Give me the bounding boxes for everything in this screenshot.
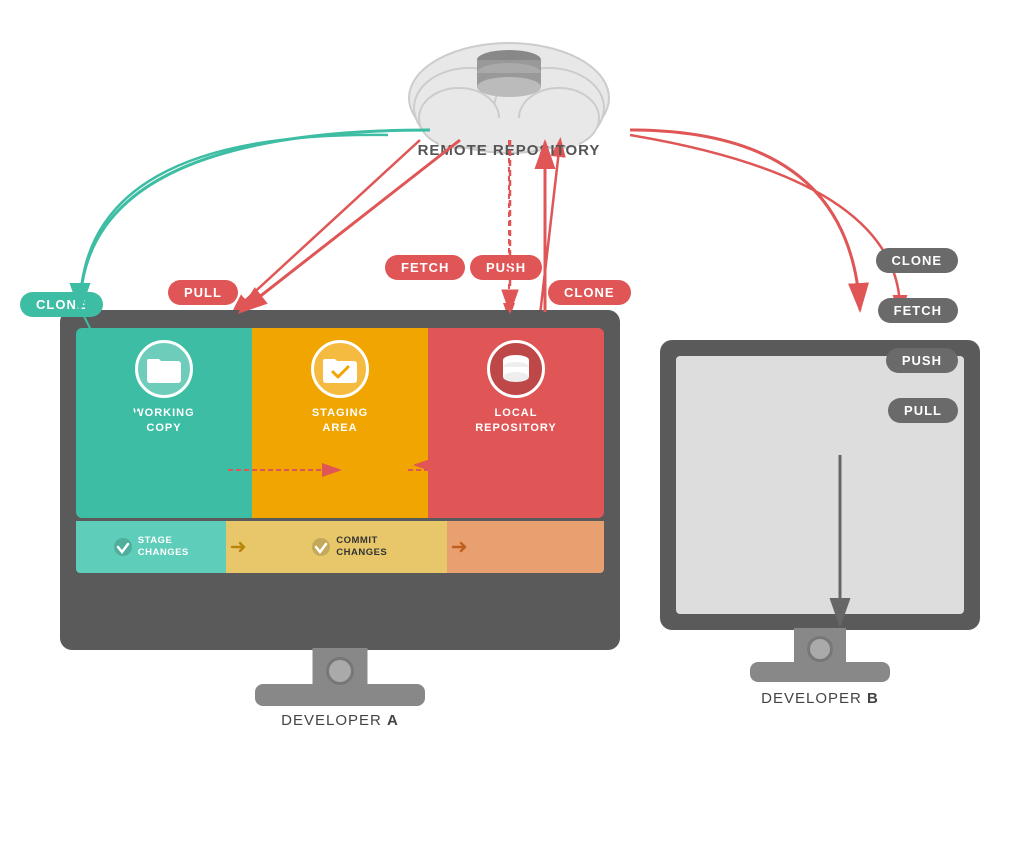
clone-b-badge: CLONE bbox=[876, 248, 959, 273]
monitor-button-b bbox=[807, 636, 833, 662]
local-repo-label: LOCALREPOSITORY bbox=[475, 406, 557, 437]
clone-badge-center: CLONE bbox=[548, 280, 631, 305]
commit-changes-action: COMMITCHANGES bbox=[252, 521, 447, 573]
action-separator bbox=[226, 521, 252, 573]
arrow-right-icon-2 bbox=[451, 538, 469, 556]
local-repo-icon-circle bbox=[487, 340, 545, 398]
remote-repository: REMOTE REPOSITORY bbox=[379, 20, 639, 159]
monitor-button-a bbox=[326, 657, 354, 685]
remote-repo-label: REMOTE REPOSITORY bbox=[379, 142, 639, 159]
push-b-badge: PUSH bbox=[886, 348, 958, 373]
staging-icon-circle bbox=[311, 340, 369, 398]
working-copy-area: WORKINGCOPY bbox=[76, 328, 252, 518]
commit-icon bbox=[311, 537, 331, 557]
developer-b-label: DEVELOPER B bbox=[761, 690, 879, 707]
fetch-badge: FETCH bbox=[385, 255, 465, 280]
monitor-base-a bbox=[255, 684, 425, 706]
monitor-screen-b bbox=[660, 340, 980, 630]
commit-changes-label: COMMITCHANGES bbox=[336, 535, 387, 560]
monitor-a: WORKINGCOPY STAGINGAREA bbox=[60, 310, 620, 730]
monitor-base-b bbox=[750, 662, 890, 682]
pull-badge: PULL bbox=[168, 280, 238, 305]
monitor-screen-inner-b bbox=[676, 356, 964, 614]
folder-icon bbox=[147, 354, 181, 384]
monitor-b: DEVELOPER B bbox=[660, 340, 980, 630]
staging-area-label: STAGINGAREA bbox=[312, 406, 368, 437]
action-separator-2 bbox=[447, 521, 473, 573]
local-repo-area: LOCALREPOSITORY bbox=[428, 328, 604, 518]
pull-b-badge: PULL bbox=[888, 398, 958, 423]
diagram-container: REMOTE REPOSITORY WORKINGCOPY bbox=[0, 0, 1018, 858]
working-copy-icon-circle bbox=[135, 340, 193, 398]
arrow-right-icon bbox=[230, 538, 248, 556]
action-spacer bbox=[473, 521, 604, 573]
staging-area: STAGINGAREA bbox=[252, 328, 428, 518]
stage-changes-action: STAGECHANGES bbox=[76, 521, 226, 573]
database-icon bbox=[501, 353, 531, 385]
push-badge: PUSH bbox=[470, 255, 542, 280]
clone-badge-left: CLONE bbox=[20, 292, 103, 317]
stage-icon bbox=[113, 537, 133, 557]
fetch-b-badge: FETCH bbox=[878, 298, 958, 323]
staging-folder-icon bbox=[323, 354, 357, 384]
working-copy-label: WORKINGCOPY bbox=[133, 406, 194, 437]
developer-a-label: DEVELOPER A bbox=[281, 712, 399, 729]
stage-changes-label: STAGECHANGES bbox=[138, 535, 189, 560]
monitor-screen-a: WORKINGCOPY STAGINGAREA bbox=[60, 310, 620, 650]
